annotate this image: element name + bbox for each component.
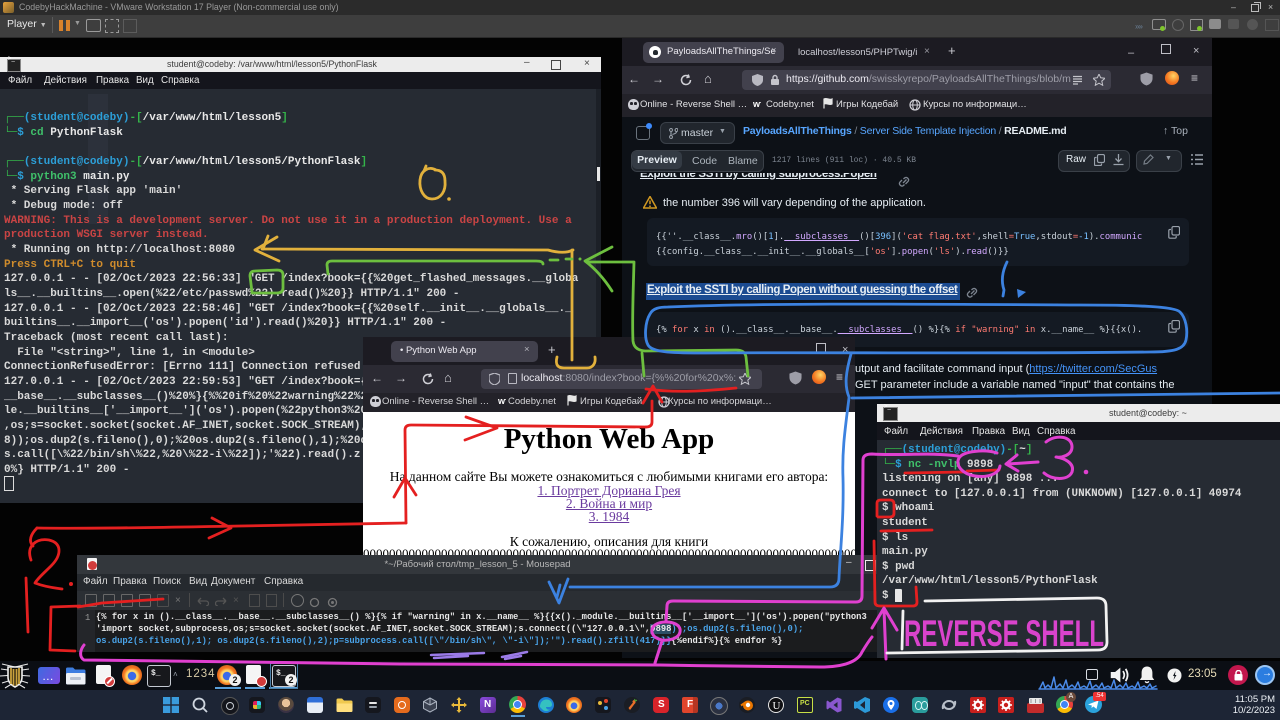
svg-text:REVERSE SHELL: REVERSE SHELL [904, 613, 1104, 654]
